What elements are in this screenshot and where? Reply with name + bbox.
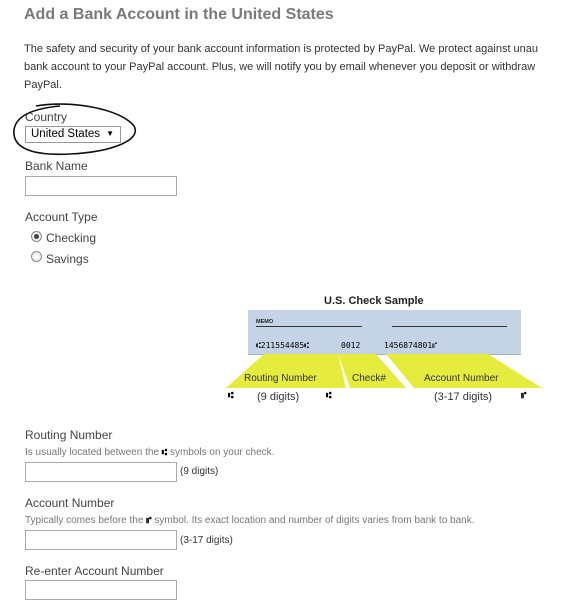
routing-number-input[interactable] — [25, 462, 177, 482]
routing-hint-after: symbols on your check. — [169, 447, 275, 458]
routing-hint-before: Is usually located between the — [25, 447, 159, 458]
account-number-input[interactable] — [25, 530, 177, 550]
page-title: Add a Bank Account in the United States — [24, 6, 334, 23]
checking-radio-label[interactable]: Checking — [46, 231, 96, 245]
intro-line: bank account to your PayPal account. Plu… — [24, 61, 536, 73]
checking-radio[interactable] — [31, 231, 42, 242]
on-us-symbol-icon: ⑈ — [146, 516, 152, 526]
check-callout-label: Check# — [352, 373, 386, 384]
account-number-label: Account Number — [25, 496, 115, 510]
account-number-hint: Typically comes before the ⑈ symbol. Its… — [25, 515, 475, 526]
bank-name-label: Bank Name — [25, 159, 88, 173]
check-memo-text: MEMO — [256, 319, 274, 325]
account-number-suffix: (3-17 digits) — [180, 535, 233, 546]
check-sample-title: U.S. Check Sample — [324, 295, 424, 307]
intro-line: The safety and security of your bank acc… — [24, 43, 539, 55]
routing-symbol-icon: ⑆ — [161, 448, 168, 458]
routing-number-hint: Is usually located between the ⑆ symbols… — [25, 447, 274, 458]
intro-paragraph: The safety and security of your bank acc… — [24, 40, 582, 94]
bank-name-input[interactable] — [25, 176, 177, 196]
check-memo-line — [256, 326, 362, 327]
check-callouts — [226, 354, 542, 388]
savings-radio[interactable] — [31, 251, 42, 262]
reenter-account-label: Re-enter Account Number — [25, 564, 164, 578]
check-signature-line — [392, 326, 507, 327]
account-digits-label: (3-17 digits) — [434, 391, 493, 403]
on-us-symbol-icon: ⑈ — [521, 391, 527, 401]
account-hint-after: symbol. Its exact location and number of… — [154, 515, 475, 526]
check-micr-account: 1456874801⑈ — [384, 341, 437, 350]
account-hint-before: Typically comes before the — [25, 515, 144, 526]
routing-digits-label: (9 digits) — [257, 391, 300, 403]
check-sample-image: MEMO ⑆211554485⑆ 0012 1456874801⑈ — [248, 310, 521, 355]
check-micr-number: 0012 — [341, 341, 361, 350]
intro-line: PayPal. — [24, 79, 62, 91]
routing-symbol-icon: ⑆ — [228, 391, 234, 401]
account-type-label: Account Type — [25, 210, 98, 224]
routing-symbol-icon: ⑆ — [326, 391, 332, 401]
routing-number-suffix: (9 digits) — [180, 466, 219, 477]
reenter-account-input[interactable] — [25, 580, 177, 600]
routing-number-label: Routing Number — [25, 428, 113, 442]
highlight-circle-annotation — [13, 103, 137, 156]
routing-callout-label: Routing Number — [244, 373, 317, 384]
savings-radio-label[interactable]: Savings — [46, 252, 89, 266]
check-micr-routing: ⑆211554485⑆ — [256, 341, 309, 350]
account-callout-label: Account Number — [424, 373, 499, 384]
